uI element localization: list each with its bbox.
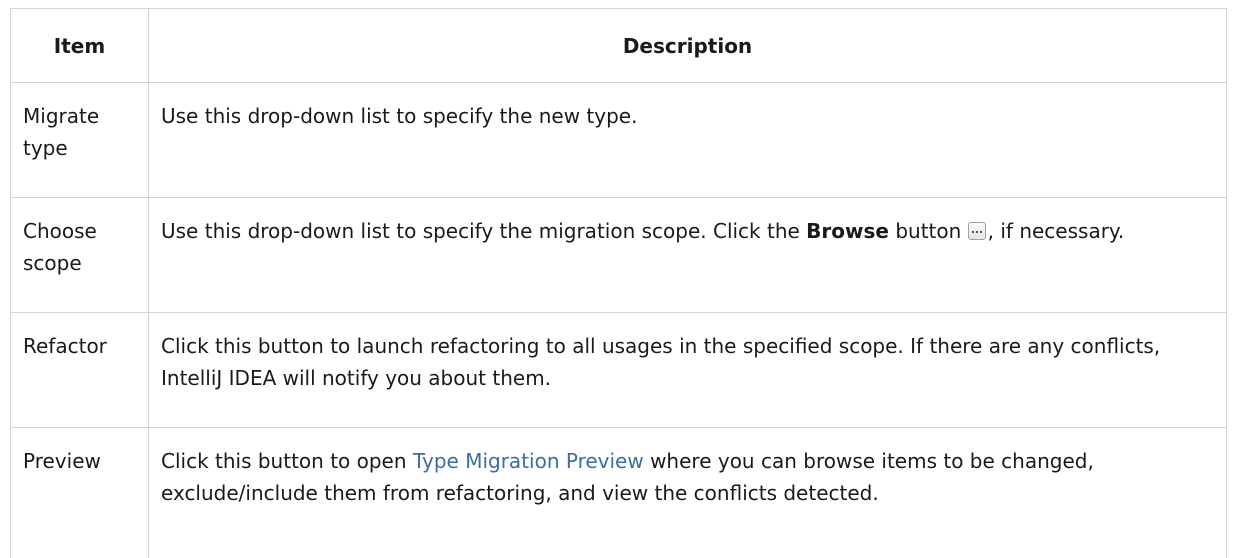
table-row: Preview Click this button to open Type M… [11, 428, 1227, 558]
type-migration-preview-link[interactable]: Type Migration Preview [413, 449, 644, 473]
description-text: , if necessary. [988, 219, 1125, 243]
description-cell: Click this button to open Type Migration… [149, 428, 1227, 558]
table-row: Migrate type Use this drop-down list to … [11, 83, 1227, 198]
table-row: Refactor Click this button to launch ref… [11, 313, 1227, 428]
description-cell: Click this button to launch refactoring … [149, 313, 1227, 428]
description-text: Use this drop-down list to specify the m… [161, 219, 806, 243]
parameters-table: Item Description Migrate type Use this d… [10, 8, 1227, 558]
description-cell: Use this drop-down list to specify the n… [149, 83, 1227, 198]
item-cell: Refactor [11, 313, 149, 428]
header-description: Description [149, 9, 1227, 83]
ellipsis-button-icon [968, 222, 986, 240]
browse-label: Browse [806, 219, 889, 243]
description-cell: Use this drop-down list to specify the m… [149, 198, 1227, 313]
item-cell: Migrate type [11, 83, 149, 198]
table-row: Choose scope Use this drop-down list to … [11, 198, 1227, 313]
description-text: Click this button to open [161, 449, 413, 473]
item-cell: Choose scope [11, 198, 149, 313]
header-item: Item [11, 9, 149, 83]
table-header-row: Item Description [11, 9, 1227, 83]
description-text: button [889, 219, 968, 243]
item-cell: Preview [11, 428, 149, 558]
